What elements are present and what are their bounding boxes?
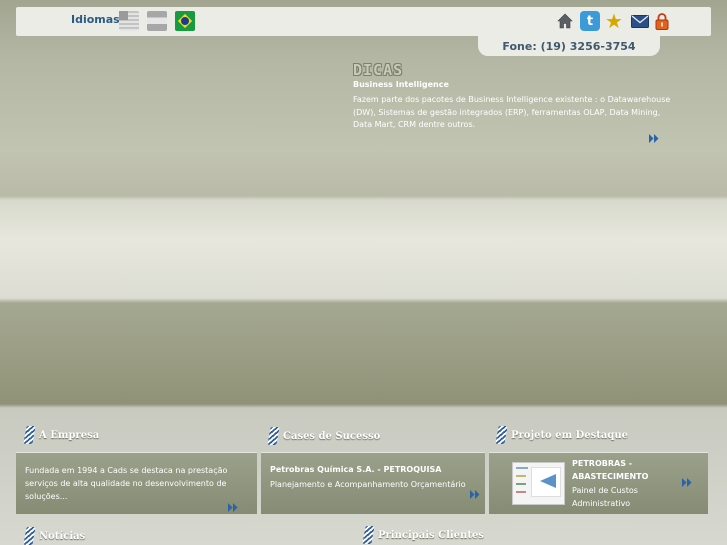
section-heading-label: A Empresa <box>39 429 100 441</box>
home-icon[interactable] <box>555 11 575 31</box>
section-heading-destaque[interactable]: Projeto em Destaque <box>495 426 629 444</box>
tips-body: Fazem parte dos pacotes de Business Inte… <box>353 95 671 129</box>
stripe-icon <box>495 426 508 444</box>
top-bar: Idiomas: t ★ <box>16 7 711 36</box>
cases-more-arrow-icon[interactable] <box>470 490 480 499</box>
us-flag-icon[interactable] <box>119 11 139 31</box>
section-heading-label: Projeto em Destaque <box>511 429 629 441</box>
lock-icon[interactable] <box>652 11 672 31</box>
cases-project: Planejamento e Acompanhamento Orçamentár… <box>270 480 466 489</box>
cases-client: Petrobras Química S.A. - PETROQUISA <box>270 465 442 474</box>
mail-icon[interactable] <box>630 11 650 31</box>
destaque-project: Painel de Custos Administrativo <box>572 486 638 508</box>
section-heading-empresa[interactable]: A Empresa <box>23 426 100 444</box>
br-flag-icon[interactable] <box>175 11 195 31</box>
section-heading-cases[interactable]: Cases de Sucesso <box>267 427 381 445</box>
destaque-client: PETROBRAS - ABASTECIMENTO <box>572 459 649 481</box>
destaque-more-arrow-icon[interactable] <box>682 478 692 487</box>
section-heading-noticias[interactable]: Notícias <box>23 527 86 545</box>
empresa-more-arrow-icon[interactable] <box>228 503 238 512</box>
empresa-panel: Fundada em 1994 a Cads se destaca na pre… <box>16 452 257 514</box>
stripe-icon <box>23 527 36 545</box>
tips-subtitle: Business Intelligence <box>353 80 449 89</box>
stripe-icon <box>267 427 280 445</box>
project-thumbnail[interactable] <box>512 462 565 505</box>
section-heading-label: Notícias <box>39 530 86 542</box>
star-icon[interactable]: ★ <box>604 11 624 31</box>
empresa-text: Fundada em 1994 a Cads se destaca na pre… <box>25 466 228 501</box>
languages-label: Idiomas: <box>71 13 125 26</box>
destaque-panel: PETROBRAS - ABASTECIMENTO Painel de Cust… <box>489 452 708 514</box>
phone-number: Fone: (19) 3256-3754 <box>478 36 660 56</box>
stripe-icon <box>23 426 36 444</box>
es-flag-icon[interactable] <box>147 11 167 31</box>
tips-title: DICAS <box>353 61 404 79</box>
twitter-icon[interactable]: t <box>580 11 600 31</box>
stripe-icon <box>362 526 375 544</box>
section-heading-clientes[interactable]: Principais Clientes <box>362 526 484 544</box>
section-heading-label: Principais Clientes <box>378 529 484 541</box>
tips-more-arrow-icon[interactable] <box>649 134 659 143</box>
cases-panel: Petrobras Química S.A. - PETROQUISA Plan… <box>261 452 485 514</box>
section-heading-label: Cases de Sucesso <box>283 430 381 442</box>
